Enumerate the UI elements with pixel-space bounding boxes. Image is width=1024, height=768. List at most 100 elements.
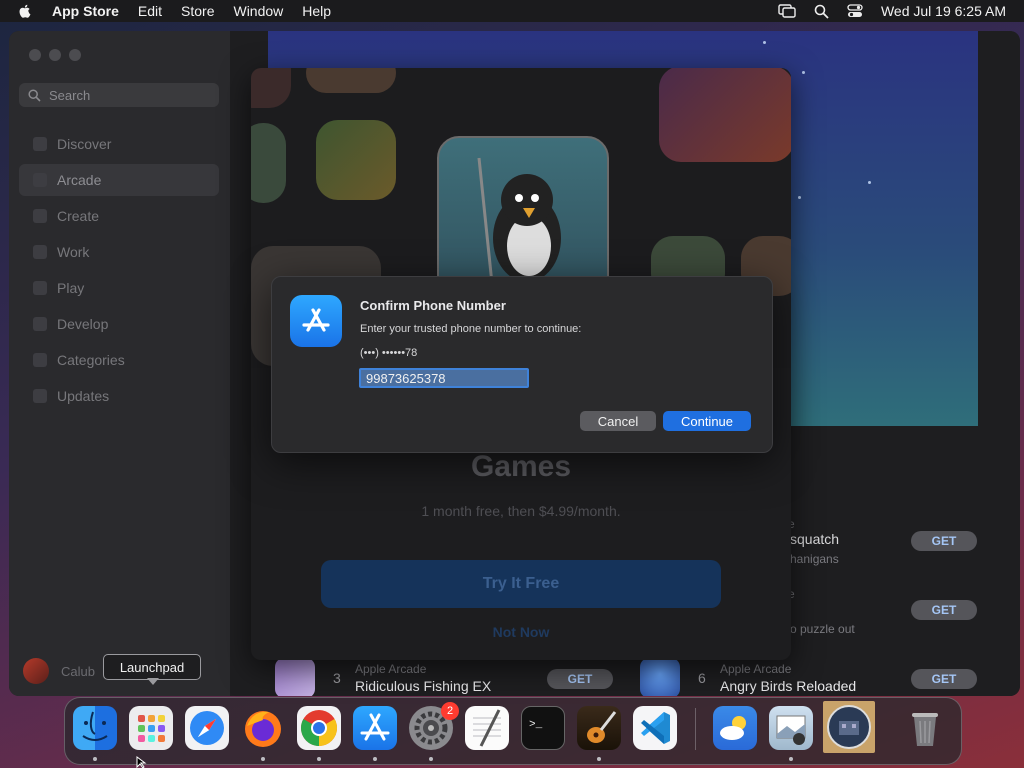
dock-tooltip: Launchpad [103,654,201,685]
sidebar-item-label: Develop [57,316,109,332]
finder-icon[interactable] [73,706,117,750]
list-item[interactable]: 6 Apple Arcade Angry Birds Reloaded [640,658,856,696]
firefox-icon[interactable] [241,706,285,750]
download-icon [33,389,47,403]
account-button[interactable]: Calub [23,658,95,684]
sidebar-item-arcade[interactable]: Arcade [19,164,219,196]
running-indicator [373,757,377,761]
screen-mirroring-icon[interactable] [778,4,796,18]
terminal-icon[interactable]: >_ [521,706,565,750]
app-subtitle: Apple Arcade [720,662,792,676]
running-indicator [317,757,321,761]
app-store-dock-icon[interactable] [353,706,397,750]
hammer-icon [33,317,47,331]
running-indicator [597,757,601,761]
spotlight-search-icon[interactable] [814,4,829,19]
menu-help[interactable]: Help [302,3,331,19]
sidebar-item-label: Arcade [57,172,102,188]
confirm-phone-dialog: Confirm Phone Number Enter your trusted … [271,276,773,453]
menu-store[interactable]: Store [181,3,214,19]
continue-button[interactable]: Continue [663,411,751,431]
control-center-icon[interactable] [847,4,863,18]
sheet-title: Games [470,450,572,483]
network-radar-icon[interactable] [823,701,875,753]
avatar [23,658,49,684]
get-button[interactable]: GET [911,600,977,620]
sidebar-item-label: Updates [57,388,110,404]
svg-text:>_: >_ [529,719,543,731]
garageband-icon[interactable] [577,706,621,750]
rank-number: 3 [333,670,341,686]
app-thumbnail [275,658,315,696]
game-art-tile [251,68,291,108]
sidebar-item-label: Discover [57,136,112,152]
menu-window[interactable]: Window [233,3,283,19]
sidebar-item-create[interactable]: Create [19,200,219,232]
sidebar-item-play[interactable]: Play [19,272,219,304]
vscode-icon[interactable] [633,706,677,750]
get-button[interactable]: GET [911,531,977,551]
zoom-window-button[interactable] [69,49,81,61]
app-title: Ridiculous Fishing EX [355,678,492,694]
sidebar-item-categories[interactable]: Categories [19,344,219,376]
weather-icon[interactable] [713,706,757,750]
brush-icon [33,209,47,223]
cancel-button[interactable]: Cancel [580,411,656,431]
menu-edit[interactable]: Edit [138,3,162,19]
sidebar-item-label: Work [57,244,90,260]
launchpad-icon[interactable] [129,706,173,750]
menu-app-name[interactable]: App Store [52,3,119,19]
sidebar-item-label: Play [57,280,85,296]
app-subtitle: Apple Arcade [355,662,427,676]
trash-icon[interactable] [903,706,947,750]
joystick-icon [33,173,47,187]
row-right-caption: hanigans [790,552,839,566]
dialog-message: Enter your trusted phone number to conti… [360,323,582,335]
dock-separator [695,708,696,750]
sidebar: Search Discover Arcade Create Work Play … [9,31,230,696]
sidebar-item-develop[interactable]: Develop [19,308,219,340]
game-art-tile [251,123,286,203]
game-art-tile [659,68,791,162]
apple-logo-icon[interactable] [17,3,33,19]
star-icon [33,137,47,151]
paperplane-icon [33,245,47,259]
grid-icon [33,353,47,367]
hero-star [763,41,766,44]
running-indicator [429,757,433,761]
dialog-title: Confirm Phone Number [360,298,506,313]
rocket-icon [33,281,47,295]
user-name: Calub [61,663,95,679]
search-placeholder: Search [49,87,91,103]
game-art-tile [316,120,396,200]
notification-badge: 2 [441,702,459,720]
list-item[interactable]: 3 Apple Arcade Ridiculous Fishing EX [275,658,492,696]
running-indicator [789,757,793,761]
mouse-cursor-icon [136,756,147,768]
sidebar-item-label: Create [57,208,100,224]
row-right-caption: o puzzle out [790,622,855,636]
row-right-title: squatch [790,531,840,547]
sidebar-item-label: Categories [57,352,125,368]
masked-phone-number: (•••) ••••••78 [360,347,418,359]
textedit-icon[interactable] [465,706,509,750]
preview-icon[interactable] [769,706,813,750]
not-now-link[interactable]: Not Now [251,624,791,640]
system-settings-icon[interactable]: 2 [409,702,459,750]
menu-clock[interactable]: Wed Jul 19 6:25 AM [881,3,1006,19]
get-button[interactable]: GET [911,669,977,689]
safari-icon[interactable] [185,706,229,750]
sidebar-item-updates[interactable]: Updates [19,380,219,412]
close-window-button[interactable] [29,49,41,61]
minimize-window-button[interactable] [49,49,61,61]
app-thumbnail [640,658,680,696]
sidebar-item-work[interactable]: Work [19,236,219,268]
try-it-free-button[interactable]: Try It Free [321,560,721,608]
get-button[interactable]: GET [547,669,613,689]
sheet-subtitle: 1 month free, then $4.99/month. [421,503,621,519]
phone-number-input[interactable] [359,368,529,388]
sidebar-item-discover[interactable]: Discover [19,128,219,160]
search-field[interactable]: Search [19,83,219,107]
menu-bar: App Store Edit Store Window Help Wed Jul… [0,0,1024,22]
chrome-icon[interactable] [297,706,341,750]
